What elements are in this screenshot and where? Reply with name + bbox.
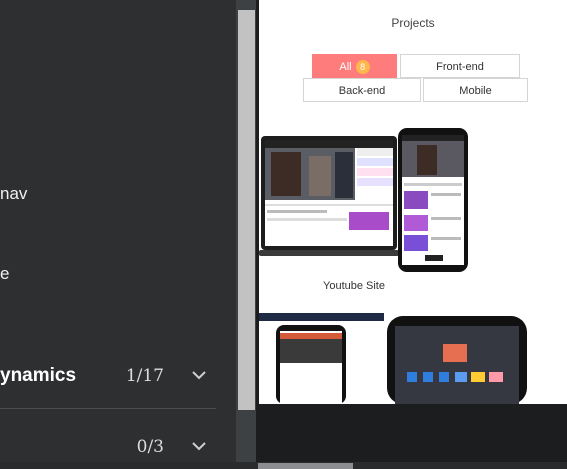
filter-mobile-button[interactable]: Mobile <box>423 78 528 102</box>
filter-label: Back-end <box>338 85 386 97</box>
section-progress: 1/17 <box>125 366 164 386</box>
phone-mockup-image[interactable] <box>397 127 469 273</box>
scrollbar-thumb[interactable] <box>238 10 255 410</box>
sidebar-lecture-item[interactable]: e <box>0 264 9 284</box>
filter-label: Mobile <box>459 85 492 97</box>
phone-mockup-image[interactable] <box>387 316 527 404</box>
section-title: ynamics <box>0 365 77 386</box>
page-heading-cropped <box>354 0 474 4</box>
section-header[interactable]: 0/3 <box>0 427 216 467</box>
filter-label: Front-end <box>436 61 484 73</box>
sidebar-lecture-item[interactable]: nav <box>0 184 27 204</box>
filter-all-button[interactable]: All 8 <box>312 54 397 78</box>
laptop-mockup-image[interactable] <box>259 134 399 258</box>
laptop-mockup-image[interactable] <box>259 313 384 404</box>
section-header[interactable]: ynamics 1/17 <box>0 356 216 396</box>
filter-backend-button[interactable]: Back-end <box>303 78 421 102</box>
portfolio-page: Projects All8 Front-end Back-end Mobile <box>259 0 567 404</box>
count-badge: 8 <box>355 60 370 75</box>
filter-label: All <box>339 61 352 73</box>
page-subtitle: Projects <box>391 16 435 30</box>
course-sidebar: nav e ynamics 1/17 0/3 <box>0 0 236 469</box>
chevron-down-icon[interactable] <box>190 437 208 455</box>
divider <box>0 408 216 409</box>
project-caption: Youtube Site <box>323 280 385 292</box>
section-progress: 0/3 <box>136 437 164 457</box>
filter-frontend-button[interactable]: Front-end <box>400 54 520 78</box>
horizontal-scrollbar-thumb[interactable] <box>258 463 353 469</box>
chevron-down-icon[interactable] <box>190 366 208 384</box>
